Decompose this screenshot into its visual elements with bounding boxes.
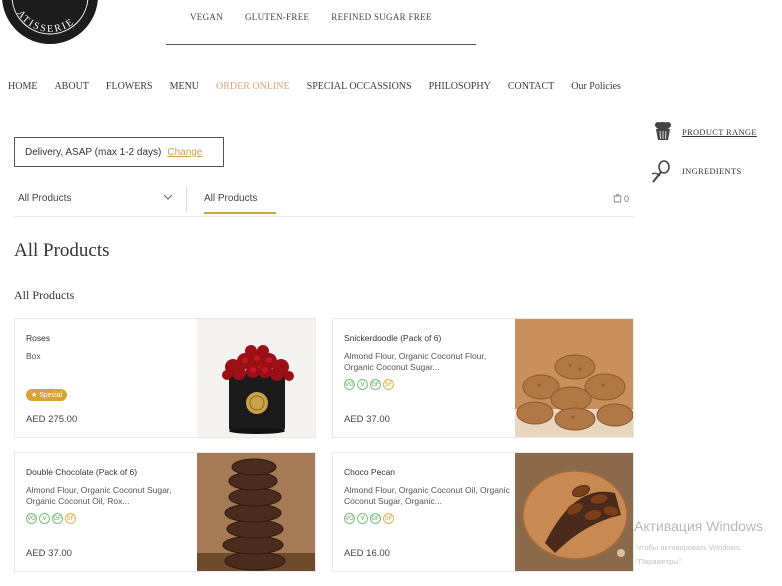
product-price: AED 16.00 xyxy=(344,548,390,559)
roses-box-image[interactable] xyxy=(197,319,315,437)
product-description: Almond Flour, Organic Coconut Oil, Organ… xyxy=(344,485,510,506)
product-info: Double Chocolate (Pack of 6) Almond Flou… xyxy=(26,467,196,524)
diet-badges: VG V GF SF xyxy=(344,379,514,390)
brand-logo[interactable]: ATISSERIE xyxy=(0,0,106,46)
product-description: Box xyxy=(26,351,41,361)
delivery-change-link[interactable]: Change xyxy=(167,147,202,158)
product-name: Double Chocolate (Pack of 6) xyxy=(26,467,138,477)
vegan-badge-icon: VG xyxy=(344,379,355,390)
gluten-free-badge-icon: GF xyxy=(370,513,381,524)
product-info: Snickerdoodle (Pack of 6) Almond Flour, … xyxy=(344,333,514,390)
windows-activation-subtitle: Чтобы активировать Windows, "Параметры". xyxy=(636,541,742,569)
tagline-sugar-free: REFINED SUGAR FREE xyxy=(331,12,432,22)
gluten-free-badge-icon: GF xyxy=(370,379,381,390)
product-info: Choco Pecan Almond Flour, Organic Coconu… xyxy=(344,467,514,524)
veg-badge-icon: V xyxy=(357,513,368,524)
ingredients-link[interactable]: INGREDIENTS xyxy=(682,166,742,176)
windows-activation-title: Активация Windows xyxy=(634,518,764,534)
double-chocolate-image[interactable] xyxy=(197,453,315,571)
chevron-down-icon xyxy=(163,193,173,204)
sugar-free-badge-icon: SF xyxy=(383,513,394,524)
whisk-icon[interactable] xyxy=(650,160,674,189)
product-name: Roses xyxy=(26,333,51,343)
category-dropdown[interactable]: All Products xyxy=(18,193,173,204)
nav-philosophy[interactable]: PHILOSOPHY xyxy=(429,81,491,92)
product-name: Snickerdoodle (Pack of 6) xyxy=(344,333,442,343)
delivery-selector: Delivery, ASAP (max 1-2 days) Change xyxy=(14,137,224,167)
nav-our-policies[interactable]: Our Policies xyxy=(571,81,621,92)
product-name: Choco Pecan xyxy=(344,467,396,477)
product-card-snickerdoodle[interactable]: Snickerdoodle (Pack of 6) Almond Flour, … xyxy=(332,318,634,438)
tab-active-indicator xyxy=(204,212,276,214)
windows-activation-line-1: Чтобы активировать Windows, xyxy=(636,543,742,552)
main-nav: HOME ABOUT FLOWERS MENU ORDER ONLINE SPE… xyxy=(8,81,621,92)
category-dropdown-value: All Products xyxy=(18,193,72,204)
product-card-choco-pecan[interactable]: Choco Pecan Almond Flour, Organic Coconu… xyxy=(332,452,634,572)
nav-menu[interactable]: MENU xyxy=(170,81,199,92)
nav-about[interactable]: ABOUT xyxy=(54,81,88,92)
tagline-gluten-free: GLUTEN-FREE xyxy=(245,12,310,22)
sugar-free-badge-icon: SF xyxy=(65,513,76,524)
special-badge: ★ Special xyxy=(26,389,68,401)
tagline-vegan: VEGAN xyxy=(190,12,223,22)
sugar-free-badge-icon: SF xyxy=(383,379,394,390)
snickerdoodle-image[interactable] xyxy=(515,319,633,437)
vegan-badge-icon: VG xyxy=(344,513,355,524)
section-title: All Products xyxy=(14,288,75,302)
windows-activation-line-2: "Параметры". xyxy=(636,557,684,566)
cart-icon xyxy=(612,192,623,205)
vegan-badge-icon: VG xyxy=(26,513,37,524)
diet-badges: VG V GF SF xyxy=(26,513,196,524)
diet-badges: VG V GF SF xyxy=(344,513,514,524)
cart-button[interactable]: 0 xyxy=(612,192,629,205)
cake-icon[interactable] xyxy=(652,120,674,147)
product-price: AED 37.00 xyxy=(344,414,390,425)
nav-contact[interactable]: CONTACT xyxy=(508,81,554,92)
veg-badge-icon: V xyxy=(357,379,368,390)
product-description: Almond Flour, Organic Coconut Flour, Org… xyxy=(344,351,487,372)
nav-order-online[interactable]: ORDER ONLINE xyxy=(216,81,290,92)
product-card-roses[interactable]: Roses Box ★ Special AED 275.00 xyxy=(14,318,316,438)
filter-divider xyxy=(186,186,187,212)
nav-flowers[interactable]: FLOWERS xyxy=(106,81,153,92)
cart-count: 0 xyxy=(624,193,630,204)
product-range-link[interactable]: PRODUCT RANGE xyxy=(682,127,757,137)
nav-special-occasions[interactable]: SPECIAL OCCASSIONS xyxy=(307,81,412,92)
product-description: Almond Flour, Organic Coconut Sugar, Org… xyxy=(26,485,172,506)
product-info: Roses Box xyxy=(26,333,196,362)
choco-pecan-image[interactable] xyxy=(515,453,633,571)
page-title: All Products xyxy=(14,240,110,261)
gluten-free-badge-icon: GF xyxy=(52,513,63,524)
tab-all-products[interactable]: All Products xyxy=(204,193,257,204)
nav-home[interactable]: HOME xyxy=(8,81,37,92)
veg-badge-icon: V xyxy=(39,513,50,524)
delivery-text: Delivery, ASAP (max 1-2 days) xyxy=(25,146,162,158)
tagline: VEGAN GLUTEN-FREE REFINED SUGAR FREE xyxy=(190,12,480,22)
product-card-double-chocolate[interactable]: Double Chocolate (Pack of 6) Almond Flou… xyxy=(14,452,316,572)
product-price: AED 275.00 xyxy=(26,414,78,425)
tagline-divider xyxy=(166,44,476,45)
product-price: AED 37.00 xyxy=(26,548,72,559)
